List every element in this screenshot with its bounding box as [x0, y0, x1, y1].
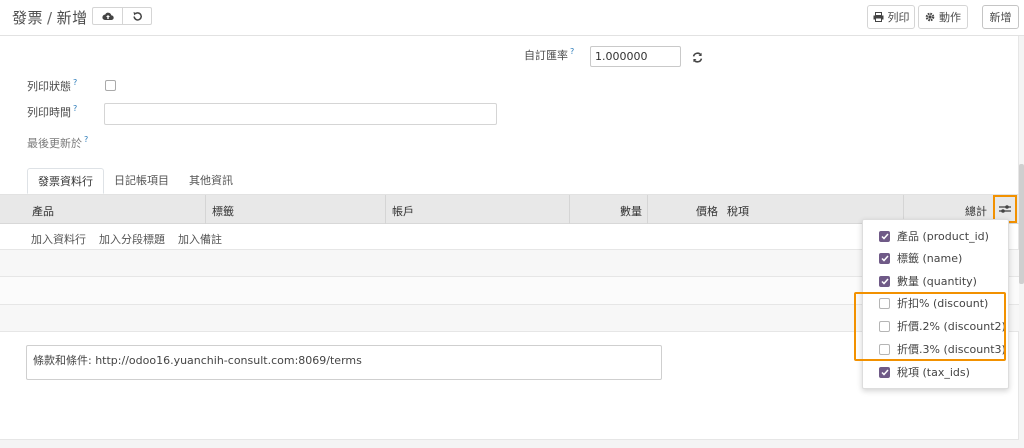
- printer-icon: [873, 12, 883, 22]
- check-icon: [880, 278, 889, 285]
- action-button-label: 動作: [939, 11, 961, 24]
- new-button[interactable]: 新增: [982, 5, 1019, 29]
- custom-rate-label-text: 自訂匯率: [524, 49, 568, 62]
- check-icon: [880, 369, 889, 376]
- record-buttons: [92, 7, 152, 25]
- breadcrumb: 發票 / 新增: [12, 7, 88, 28]
- column-quantity[interactable]: 數量: [620, 203, 642, 219]
- column-total[interactable]: 總計: [965, 203, 987, 219]
- check-icon: [880, 233, 889, 240]
- terms-textarea[interactable]: 條款和條件: http://odoo16.yuanchih-consult.co…: [26, 345, 662, 380]
- column-resize-handle[interactable]: [385, 195, 386, 224]
- tab-journal-items[interactable]: 日記帳項目: [104, 168, 179, 194]
- custom-rate-label: 自訂匯率?: [524, 47, 574, 63]
- save-button[interactable]: [93, 8, 122, 24]
- print-state-label-text: 列印狀態: [27, 80, 71, 93]
- breadcrumb-current: 新增: [56, 9, 88, 27]
- column-option-quantity[interactable]: 數量 (quantity): [879, 274, 977, 288]
- action-button[interactable]: 動作: [918, 5, 968, 29]
- notebook-tabs: 發票資料行 日記帳項目 其他資訊: [27, 168, 243, 194]
- discount-options-highlight: [854, 292, 1006, 361]
- column-option-name[interactable]: 標籤 (name): [879, 251, 962, 265]
- tab-other-info[interactable]: 其他資訊: [179, 168, 243, 194]
- column-resize-handle[interactable]: [569, 195, 570, 224]
- column-option-label: 數量 (quantity): [897, 275, 977, 288]
- checkbox-checked[interactable]: [879, 252, 890, 264]
- column-resize-handle[interactable]: [205, 195, 206, 224]
- breadcrumb-separator: /: [47, 9, 53, 27]
- new-button-label: 新增: [989, 11, 1012, 24]
- control-panel: 發票 / 新增 列印 動作 新增: [0, 0, 1024, 36]
- print-button-label: 列印: [887, 11, 910, 24]
- breadcrumb-parent[interactable]: 發票: [12, 9, 43, 27]
- column-product[interactable]: 產品: [32, 203, 54, 219]
- help-tooltip-icon[interactable]: ?: [73, 78, 77, 87]
- help-tooltip-icon[interactable]: ?: [570, 47, 574, 56]
- refresh-icon[interactable]: [692, 52, 703, 63]
- help-tooltip-icon[interactable]: ?: [73, 104, 77, 113]
- scrollbar[interactable]: [1019, 164, 1024, 284]
- custom-rate-input[interactable]: 1.000000: [590, 46, 681, 67]
- column-option-product[interactable]: 產品 (product_id): [879, 229, 989, 243]
- column-account[interactable]: 帳戶: [392, 203, 414, 219]
- print-time-input[interactable]: [104, 103, 497, 125]
- print-button[interactable]: 列印: [867, 5, 915, 29]
- column-option-label: 稅項 (tax_ids): [897, 366, 970, 379]
- print-state-label: 列印狀態?: [27, 78, 77, 94]
- print-time-label-text: 列印時間: [27, 106, 71, 119]
- add-note-link[interactable]: 加入備註: [178, 231, 222, 247]
- print-time-label: 列印時間?: [27, 104, 77, 120]
- column-label[interactable]: 標籤: [212, 203, 234, 219]
- checkbox-checked[interactable]: [879, 230, 890, 242]
- column-option-label: 產品 (product_id): [897, 230, 989, 243]
- column-resize-handle[interactable]: [647, 195, 648, 224]
- tab-invoice-lines[interactable]: 發票資料行: [27, 168, 104, 194]
- checkbox-checked[interactable]: [879, 275, 890, 287]
- column-option-label: 標籤 (name): [897, 252, 963, 265]
- help-tooltip-icon[interactable]: ?: [84, 135, 88, 144]
- cloud-upload-icon: [101, 12, 114, 20]
- check-icon: [880, 255, 889, 262]
- discard-button[interactable]: [122, 8, 151, 24]
- column-option-tax[interactable]: 稅項 (tax_ids): [879, 365, 970, 379]
- column-tax[interactable]: 稅項: [727, 203, 749, 219]
- print-state-checkbox[interactable]: [105, 80, 116, 91]
- last-updated-label-text: 最後更新於: [27, 137, 82, 150]
- gear-icon: [925, 12, 935, 22]
- add-section-link[interactable]: 加入分段標題: [99, 231, 165, 247]
- add-line-link[interactable]: 加入資料行: [31, 231, 86, 247]
- undo-icon: [132, 11, 142, 21]
- column-price[interactable]: 價格: [696, 203, 718, 219]
- last-updated-label: 最後更新於?: [27, 135, 88, 151]
- sliders-icon: [999, 205, 1011, 213]
- checkbox-checked[interactable]: [879, 366, 890, 378]
